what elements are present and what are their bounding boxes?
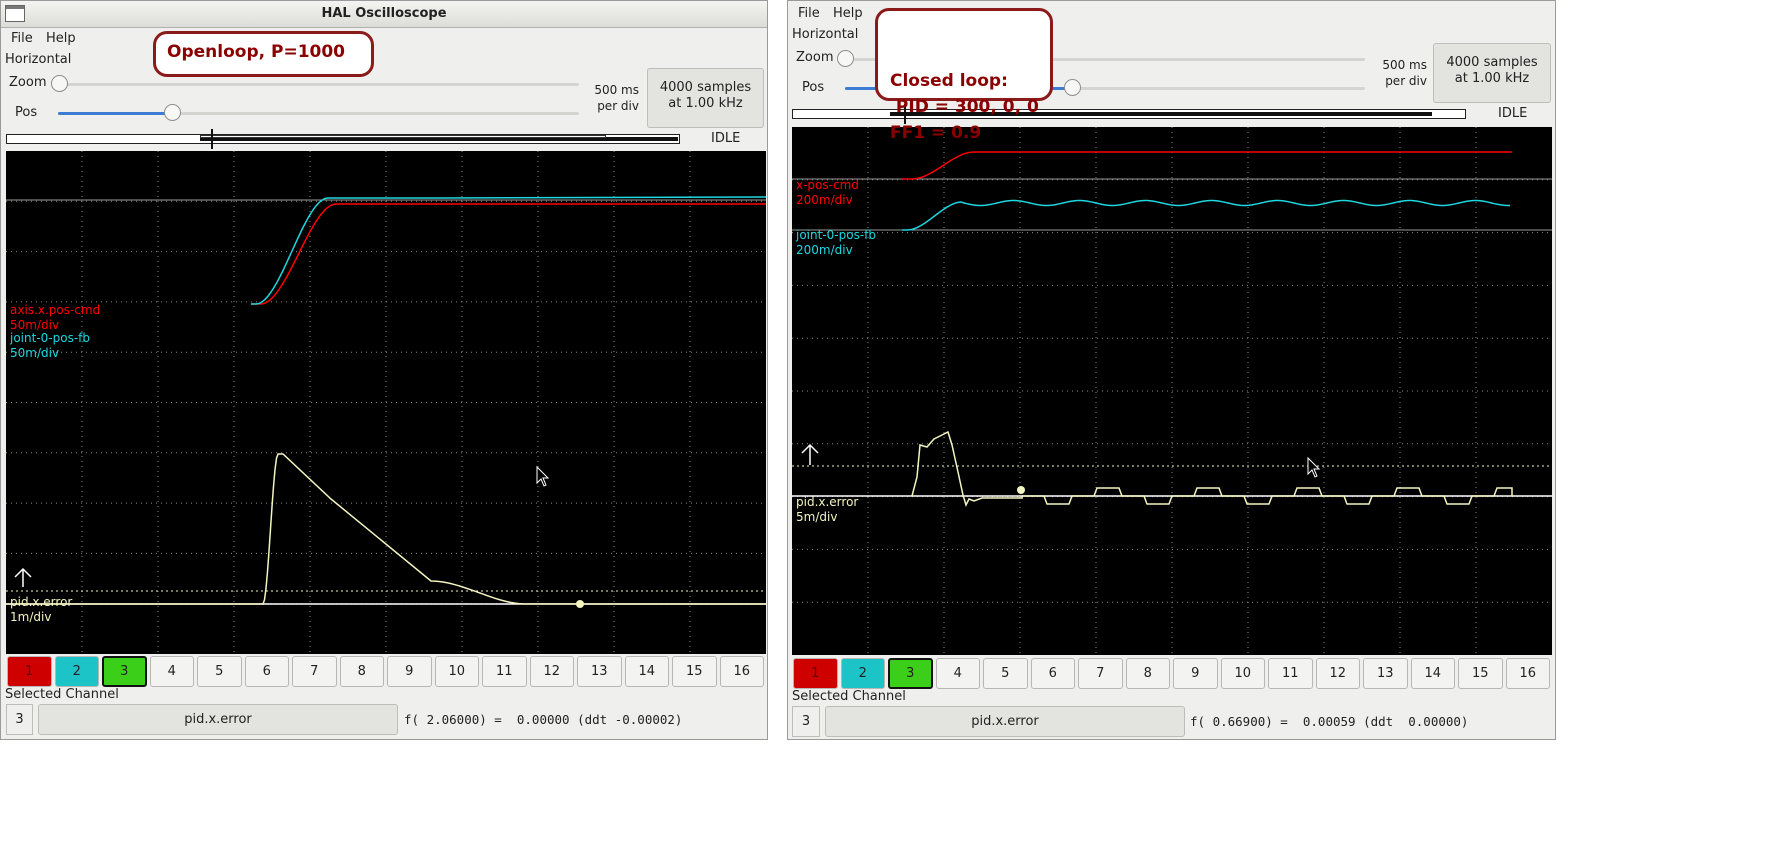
channel-button-15[interactable]: 15: [1458, 658, 1503, 689]
annotation-closed-loop: Closed loop: PID = 300, 0, 0 FF1 = 0.9: [875, 8, 1053, 143]
scope-plot: [792, 127, 1552, 655]
time-per-div: 500 ms per div: [594, 83, 639, 113]
selected-channel-label: Selected Channel: [5, 687, 119, 702]
zoom-slider[interactable]: [51, 74, 579, 94]
channel-button-2[interactable]: 2: [840, 658, 885, 689]
zoom-slider-knob[interactable]: [837, 50, 854, 67]
pos-slider-knob[interactable]: [164, 104, 181, 121]
channel-button-3[interactable]: 3: [888, 658, 933, 689]
cursor-marker: [576, 600, 584, 608]
annotation-openloop: Openloop, P=1000: [153, 31, 374, 77]
channel-button-16[interactable]: 16: [719, 656, 764, 687]
channel-button-1[interactable]: 1: [793, 658, 838, 689]
mouse-pointer-icon: [1307, 456, 1321, 478]
trace-label-ch3: pid.x.error 1m/div: [10, 595, 73, 624]
channel-button-10[interactable]: 10: [1220, 658, 1265, 689]
channel-button-9[interactable]: 9: [1173, 658, 1218, 689]
channel-button-10[interactable]: 10: [434, 656, 479, 687]
channel-button-13[interactable]: 13: [1363, 658, 1408, 689]
menu-bar: File Help: [1, 28, 767, 50]
acquire-button[interactable]: 4000 samples at 1.00 kHz: [647, 68, 764, 128]
menu-file[interactable]: File: [11, 28, 33, 50]
time-per-div: 500 ms per div: [1382, 58, 1427, 88]
channel-button-1[interactable]: 1: [7, 656, 52, 687]
trace-label-ch2: joint-0-pos-fb 50m/div: [10, 331, 90, 360]
run-state: IDLE: [711, 131, 741, 146]
channel-button-13[interactable]: 13: [577, 656, 622, 687]
channel-button-12[interactable]: 12: [529, 656, 574, 687]
menu-help[interactable]: Help: [833, 3, 863, 25]
trigger-arrow-icon: [801, 443, 819, 465]
channel-button-11[interactable]: 11: [482, 656, 527, 687]
menu-file[interactable]: File: [798, 3, 820, 25]
channel-button-5[interactable]: 5: [983, 658, 1028, 689]
channel-button-8[interactable]: 8: [339, 656, 384, 687]
zoom-slider-knob[interactable]: [51, 75, 68, 92]
selected-channel-name-button[interactable]: pid.x.error: [825, 706, 1185, 737]
channel-button-11[interactable]: 11: [1268, 658, 1313, 689]
channel-button-7[interactable]: 7: [1078, 658, 1123, 689]
trace-ch3: [911, 430, 1513, 508]
channel-button-6[interactable]: 6: [1030, 658, 1075, 689]
trigger-arrow-icon: [14, 567, 32, 587]
record-position-bar[interactable]: [6, 129, 680, 149]
channel-button-16[interactable]: 16: [1505, 658, 1550, 689]
channel-button-14[interactable]: 14: [1410, 658, 1455, 689]
horizontal-group-label: Horizontal: [792, 27, 859, 42]
scope-display[interactable]: axis.x.pos-cmd 50m/div joint-0-pos-fb 50m/…: [6, 151, 766, 654]
trace-ch2: [251, 196, 766, 305]
pos-label: Pos: [802, 80, 825, 95]
trace-ch2: [902, 199, 1510, 231]
channel-button-14[interactable]: 14: [624, 656, 669, 687]
channel-button-2[interactable]: 2: [54, 656, 99, 687]
trace-ch1: [251, 203, 766, 305]
scope-plot: [6, 151, 766, 654]
scope-display[interactable]: x-pos-cmd 200m/div joint-0-pos-fb 200m/div…: [792, 127, 1552, 655]
channel-button-3[interactable]: 3: [102, 656, 147, 687]
cursor-readout: f( 0.66900) = 0.00059 (ddt 0.00000): [1190, 714, 1469, 729]
zoom-label: Zoom: [9, 75, 47, 90]
scope-window-left: HAL Oscilloscope File Help Horizontal Zo…: [0, 0, 768, 740]
channel-button-9[interactable]: 9: [387, 656, 432, 687]
channel-buttons: 1 2 3 4 5 6 7 8 9 10 11 12 13 14 15 16: [6, 656, 766, 687]
mouse-pointer-icon: [536, 465, 550, 487]
run-state: IDLE: [1498, 106, 1528, 121]
pos-label: Pos: [15, 105, 38, 120]
menu-help[interactable]: Help: [46, 28, 76, 50]
selected-channel-label: Selected Channel: [792, 689, 906, 704]
channel-button-15[interactable]: 15: [672, 656, 717, 687]
trace-label-ch1: x-pos-cmd 200m/div: [796, 178, 859, 207]
channel-button-6[interactable]: 6: [244, 656, 289, 687]
horizontal-group-label: Horizontal: [5, 52, 72, 67]
channel-button-12[interactable]: 12: [1315, 658, 1360, 689]
channel-buttons: 1 2 3 4 5 6 7 8 9 10 11 12 13 14 15 16: [792, 658, 1552, 689]
pos-slider[interactable]: [58, 103, 579, 123]
window-title: HAL Oscilloscope: [321, 6, 447, 21]
channel-button-4[interactable]: 4: [149, 656, 194, 687]
selected-channel-number: 3: [6, 704, 33, 735]
channel-button-8[interactable]: 8: [1125, 658, 1170, 689]
channel-button-5[interactable]: 5: [197, 656, 242, 687]
channel-button-7[interactable]: 7: [292, 656, 337, 687]
trace-label-ch3: pid.x.error 5m/div: [796, 495, 859, 524]
acquire-button[interactable]: 4000 samples at 1.00 kHz: [1433, 43, 1551, 103]
cursor-readout: f( 2.06000) = 0.00000 (ddt -0.00002): [404, 712, 683, 727]
trace-label-ch2: joint-0-pos-fb 200m/div: [796, 228, 876, 257]
title-bar[interactable]: HAL Oscilloscope: [1, 1, 767, 28]
zoom-label: Zoom: [796, 50, 834, 65]
window-menu-icon[interactable]: [5, 5, 25, 22]
trace-label-ch1: axis.x.pos-cmd 50m/div: [10, 303, 101, 332]
selected-channel-name-button[interactable]: pid.x.error: [38, 704, 398, 735]
channel-button-4[interactable]: 4: [935, 658, 980, 689]
selected-channel-number: 3: [792, 706, 820, 737]
pos-slider-knob[interactable]: [1064, 79, 1081, 96]
cursor-marker: [1017, 486, 1025, 494]
